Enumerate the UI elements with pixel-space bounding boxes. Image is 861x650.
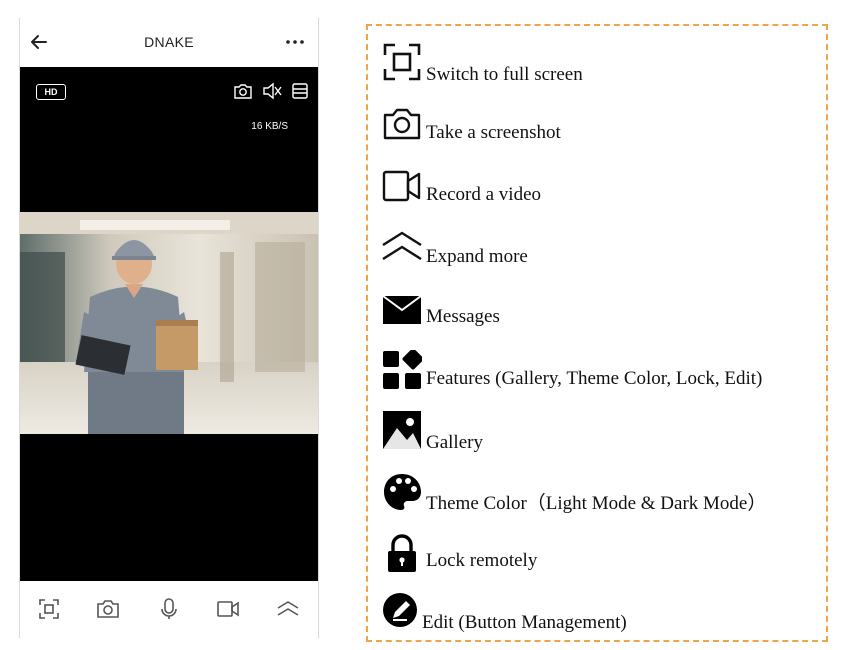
top-bar: DNAKE [20, 18, 318, 67]
legend-item-gallery: Gallery [382, 410, 822, 458]
legend-label: Theme Color（Light Mode & Dark Mode） [426, 493, 767, 514]
legend-item-messages: Messages [382, 288, 822, 336]
video-feed[interactable]: HD 16 KB/S [20, 67, 318, 581]
legend-item-theme: Theme Color（Light Mode & Dark Mode） [382, 470, 822, 518]
palette-icon [384, 474, 421, 510]
legend-item-lock: Lock remotely [382, 532, 822, 580]
legend-label: Gallery [426, 432, 483, 453]
legend-label: Lock remotely [426, 550, 538, 571]
data-rate: 16 KB/S [251, 121, 288, 132]
legend-label: Messages [426, 306, 500, 327]
phone-screen: DNAKE HD 16 KB/S [19, 18, 319, 638]
mute-icon[interactable] [262, 82, 282, 100]
legend-label: Features (Gallery, Theme Color, Lock, Ed… [426, 368, 763, 389]
edit-icon [383, 593, 417, 627]
legend-item-screenshot: Take a screenshot [382, 102, 822, 150]
legend-item-features: Features (Gallery, Theme Color, Lock, Ed… [382, 348, 822, 396]
lock-icon [388, 534, 416, 572]
legend-item-record: Record a video [382, 164, 822, 212]
legend-label: Take a screenshot [426, 122, 561, 143]
menu-panel-icon[interactable] [290, 82, 310, 100]
legend-label: Record a video [426, 184, 542, 205]
app-title: DNAKE [144, 34, 194, 50]
snapshot-icon[interactable] [233, 82, 253, 100]
legend-item-fullscreen: Switch to full screen [382, 40, 822, 88]
envelope-icon [382, 295, 422, 324]
icon-legend: Switch to full screen Take a screenshot … [366, 24, 828, 642]
legend-label: Switch to full screen [426, 64, 583, 85]
camera-icon[interactable] [96, 597, 120, 621]
features-grid-icon [383, 350, 422, 389]
legend-label: Expand more [426, 246, 528, 267]
microphone-icon[interactable] [157, 597, 181, 621]
legend-label: Edit (Button Management) [422, 612, 627, 633]
expand-more-icon[interactable] [276, 597, 300, 621]
gallery-icon [383, 411, 421, 449]
doorbell-camera-image [20, 212, 318, 434]
more-options-icon[interactable] [284, 32, 306, 52]
fullscreen-icon[interactable] [37, 597, 61, 621]
video-record-icon[interactable] [216, 597, 240, 621]
bottom-control-bar [20, 581, 318, 638]
camera-icon [383, 108, 421, 140]
legend-item-edit: Edit (Button Management) [382, 592, 822, 640]
expand-more-icon [382, 231, 422, 261]
hd-quality-badge[interactable]: HD [36, 84, 66, 100]
legend-item-expand: Expand more [382, 226, 822, 274]
fullscreen-icon [383, 43, 421, 81]
video-record-icon [382, 170, 421, 202]
